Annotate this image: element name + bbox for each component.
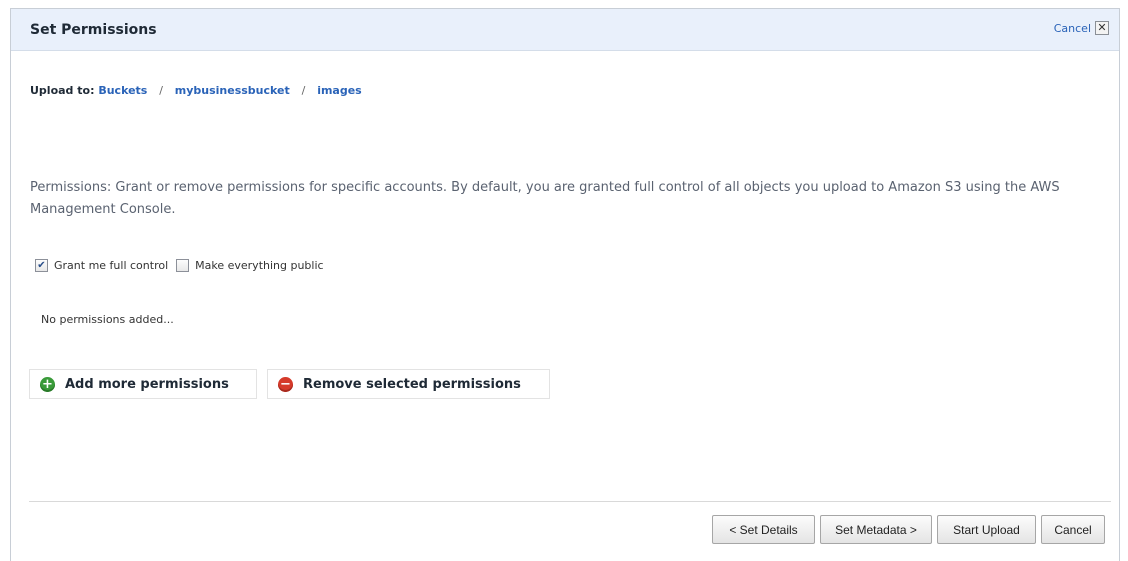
minus-circle-icon: −	[278, 376, 293, 392]
cancel-button[interactable]: Cancel	[1041, 515, 1105, 544]
permission-options: ✔ Grant me full control Make everything …	[35, 259, 332, 272]
breadcrumb-bucket[interactable]: mybusinessbucket	[175, 84, 290, 97]
breadcrumb-buckets[interactable]: Buckets	[98, 84, 147, 97]
permissions-description: Permissions: Grant or remove permissions…	[30, 180, 1060, 217]
cancel-top-label[interactable]: Cancel	[1054, 22, 1091, 35]
breadcrumb-folder[interactable]: images	[317, 84, 362, 97]
dialog-titlebar: Set Permissions Cancel ✕	[11, 9, 1119, 51]
breadcrumb: Upload to: Buckets / mybusinessbucket / …	[30, 84, 362, 97]
make-public-label[interactable]: Make everything public	[195, 259, 323, 272]
breadcrumb-separator: /	[301, 84, 306, 97]
add-permissions-button[interactable]: + Add more permissions	[29, 369, 257, 399]
footer-divider	[29, 501, 1111, 502]
grant-full-control-label[interactable]: Grant me full control	[54, 259, 168, 272]
set-metadata-button[interactable]: Set Metadata >	[820, 515, 932, 544]
plus-circle-icon: +	[40, 376, 55, 392]
remove-permissions-button[interactable]: − Remove selected permissions	[267, 369, 550, 399]
remove-permissions-label: Remove selected permissions	[303, 376, 521, 392]
breadcrumb-separator: /	[159, 84, 163, 97]
upload-to-label: Upload to:	[30, 84, 95, 97]
set-permissions-dialog: Set Permissions Cancel ✕ Upload to: Buck…	[10, 8, 1120, 561]
set-details-button[interactable]: < Set Details	[712, 515, 815, 544]
close-icon[interactable]: ✕	[1095, 21, 1109, 35]
cancel-top-link[interactable]: Cancel ✕	[1054, 21, 1109, 35]
footer-buttons: < Set Details Set Metadata > Start Uploa…	[712, 515, 1105, 544]
start-upload-button[interactable]: Start Upload	[937, 515, 1036, 544]
add-permissions-label: Add more permissions	[65, 376, 229, 392]
make-public-checkbox[interactable]	[176, 259, 190, 272]
empty-permissions-message: No permissions added...	[41, 313, 174, 326]
grant-full-control-checkbox[interactable]: ✔	[35, 259, 48, 272]
dialog-title: Set Permissions	[30, 22, 157, 38]
